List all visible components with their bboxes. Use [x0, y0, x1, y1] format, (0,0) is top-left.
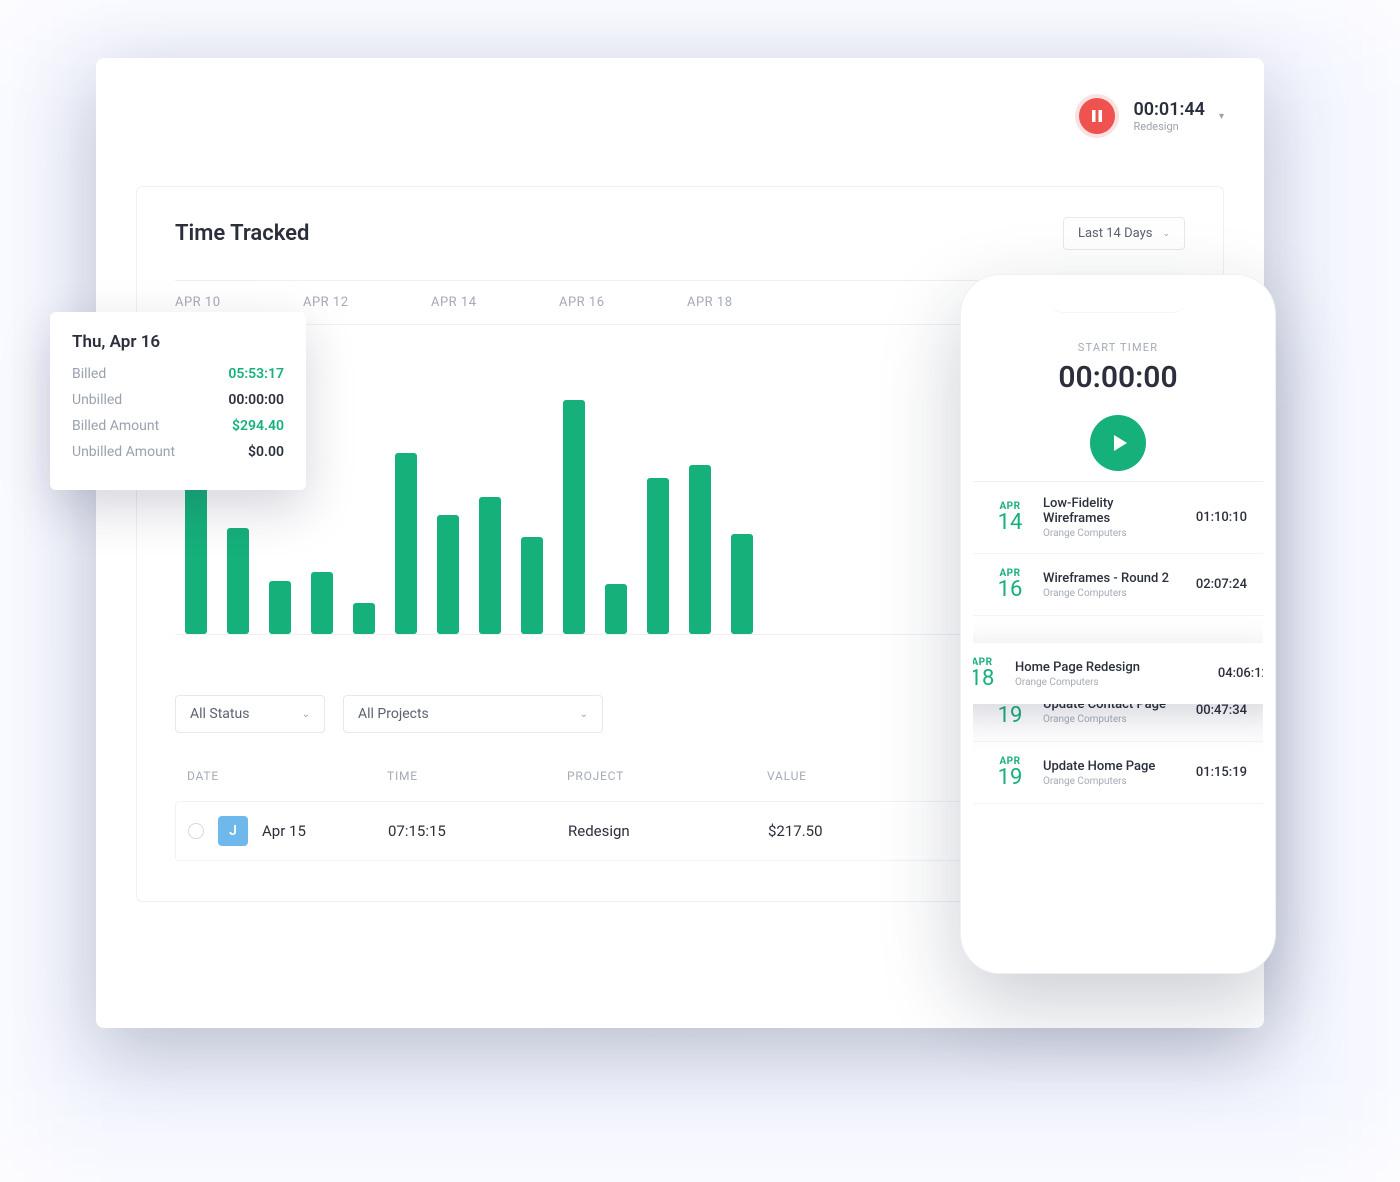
header-timer: 00:01:44 Redesign — [1133, 99, 1205, 133]
col-value: VALUE — [767, 769, 887, 783]
entry-duration: 00:47:34 — [1196, 703, 1247, 718]
time-entry[interactable]: APR14 Low-Fidelity WireframesOrange Compu… — [973, 482, 1263, 554]
entry-duration: 01:15:19 — [1196, 765, 1247, 780]
tooltip-label: Billed — [72, 366, 106, 382]
projects-label: All Projects — [358, 706, 429, 722]
tooltip-row: Billed Amount $294.40 — [72, 418, 284, 434]
entry-body: Wireframes - Round 2Orange Computers — [1043, 571, 1184, 599]
entry-date: APR16 — [989, 568, 1031, 601]
row-project: Redesign — [568, 822, 768, 840]
time-entry[interactable]: APR18 Home Page RedesignOrange Computers 0… — [973, 643, 1263, 704]
entry-date: APR19 — [989, 756, 1031, 789]
tooltip-row: Billed 05:53:17 — [72, 366, 284, 382]
row-value: $217.50 — [768, 822, 888, 840]
chart-bar[interactable] — [563, 400, 585, 634]
chart-bar[interactable] — [227, 528, 249, 634]
chart-tooltip: Thu, Apr 16 Billed 05:53:17 Unbilled 00:00:… — [50, 312, 306, 490]
phone-mockup: START TIMER 00:00:00 APR14 Low-Fidelity W… — [960, 274, 1276, 974]
tooltip-label: Unbilled — [72, 392, 122, 408]
tooltip-row: Unbilled 00:00:00 — [72, 392, 284, 408]
status-dropdown[interactable]: All Status ⌄ — [175, 695, 325, 733]
chevron-down-icon: ⌄ — [302, 709, 310, 720]
chevron-down-icon: ⌄ — [580, 709, 588, 720]
entry-duration: 04:06:12 — [1218, 666, 1263, 681]
axis-tick: APR 16 — [559, 295, 687, 310]
col-time: TIME — [387, 769, 567, 783]
entry-body: Low-Fidelity WireframesOrange Computers — [1043, 496, 1184, 539]
chevron-down-icon[interactable]: ▾ — [1219, 111, 1224, 122]
chart-bar[interactable] — [311, 572, 333, 635]
tooltip-title: Thu, Apr 16 — [72, 332, 284, 352]
projects-dropdown[interactable]: All Projects ⌄ — [343, 695, 603, 733]
chart-bar[interactable] — [479, 497, 501, 635]
row-date: Apr 15 — [262, 822, 306, 840]
chart-bar[interactable] — [731, 534, 753, 634]
status-label: All Status — [190, 706, 249, 722]
axis-tick: APR 12 — [303, 295, 431, 310]
axis-tick: APR 14 — [431, 295, 559, 310]
col-date: DATE — [187, 769, 387, 783]
tooltip-value: 05:53:17 — [228, 366, 284, 382]
chart-bar[interactable] — [647, 478, 669, 634]
entry-body: Update Home PageOrange Computers — [1043, 759, 1184, 787]
time-entry[interactable]: APR19 Update Home PageOrange Computers 01:… — [973, 742, 1263, 804]
entry-body: Home Page RedesignOrange Computers — [1015, 660, 1206, 688]
date-range-label: Last 14 Days — [1078, 226, 1152, 241]
tooltip-label: Billed Amount — [72, 418, 159, 434]
pause-button[interactable] — [1075, 94, 1119, 138]
entry-duration: 01:10:10 — [1196, 510, 1247, 525]
header-timer-project: Redesign — [1133, 120, 1205, 133]
row-time: 07:15:15 — [388, 822, 568, 840]
time-entry[interactable]: APR16 Wireframes - Round 2Orange Computer… — [973, 554, 1263, 616]
phone-screen: START TIMER 00:00:00 APR14 Low-Fidelity W… — [973, 287, 1263, 961]
col-project: PROJECT — [567, 769, 767, 783]
tooltip-row: Unbilled Amount $0.00 — [72, 444, 284, 460]
entry-duration: 02:07:24 — [1196, 577, 1247, 592]
chart-bar[interactable] — [353, 603, 375, 634]
date-range-dropdown[interactable]: Last 14 Days ⌄ — [1063, 217, 1185, 250]
avatar: J — [218, 816, 248, 846]
panel-title: Time Tracked — [175, 221, 309, 246]
tooltip-value: $0.00 — [248, 444, 284, 460]
panel-header: Time Tracked Last 14 Days ⌄ — [175, 217, 1185, 250]
timer-block: START TIMER 00:00:00 — [973, 287, 1263, 471]
entry-date: APR18 — [973, 657, 1003, 690]
header-timer-value: 00:01:44 — [1133, 99, 1205, 120]
chart-bar[interactable] — [269, 581, 291, 634]
chart-bar[interactable] — [437, 515, 459, 634]
tooltip-label: Unbilled Amount — [72, 444, 175, 460]
axis-tick: APR 10 — [175, 295, 303, 310]
chart-bar[interactable] — [185, 472, 207, 635]
play-button[interactable] — [1090, 415, 1146, 471]
phone-notch — [1048, 287, 1188, 313]
start-timer-label: START TIMER — [973, 341, 1263, 354]
row-radio[interactable] — [188, 823, 204, 839]
play-icon — [1111, 434, 1129, 452]
chart-bar[interactable] — [395, 453, 417, 634]
axis-tick: APR 18 — [687, 295, 815, 310]
chevron-down-icon: ⌄ — [1162, 229, 1170, 239]
tooltip-value: $294.40 — [232, 418, 284, 434]
card-header: 00:01:44 Redesign ▾ — [136, 86, 1224, 146]
chart-bar[interactable] — [521, 537, 543, 634]
chart-bar[interactable] — [605, 584, 627, 634]
pause-icon — [1090, 109, 1104, 123]
entry-date: APR14 — [989, 501, 1031, 534]
phone-timer-value: 00:00:00 — [973, 360, 1263, 395]
chart-bar[interactable] — [689, 465, 711, 634]
tooltip-value: 00:00:00 — [228, 392, 284, 408]
